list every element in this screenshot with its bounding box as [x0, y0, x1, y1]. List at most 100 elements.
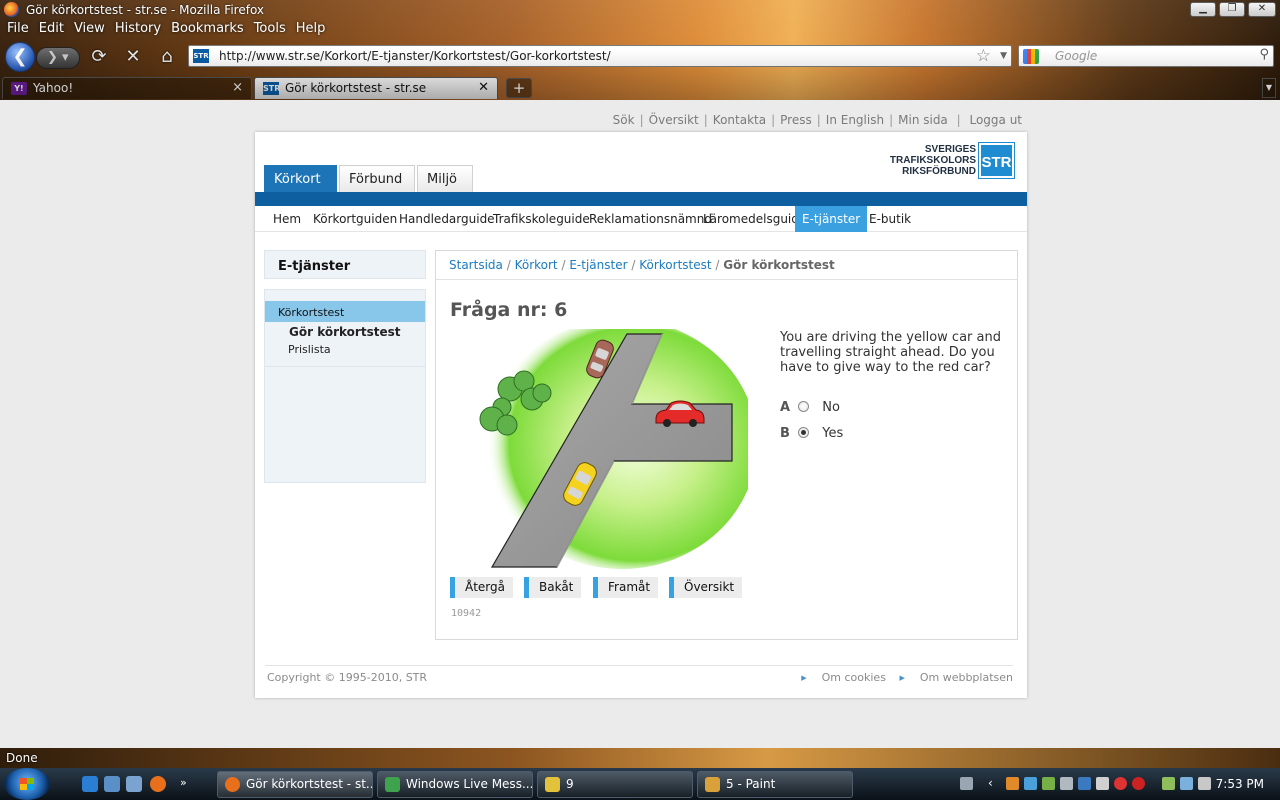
menu-tools[interactable]: Tools: [249, 20, 291, 37]
breadcrumb-separator: /: [715, 258, 720, 272]
tray-app-icon[interactable]: [1132, 777, 1145, 790]
start-button[interactable]: [4, 768, 50, 800]
clock[interactable]: 7:53 PM: [1216, 777, 1264, 791]
internet-explorer-icon[interactable]: [82, 776, 98, 792]
forward-button[interactable]: ❯ ▾: [36, 47, 80, 69]
new-tab-button[interactable]: +: [506, 78, 532, 98]
show-desktop-icon[interactable]: [104, 776, 120, 792]
bookmark-star-icon[interactable]: ☆: [976, 46, 991, 66]
tray-expand-icon[interactable]: ‹: [988, 777, 1001, 790]
tray-app-icon[interactable]: [1006, 777, 1019, 790]
framat-button[interactable]: Framåt: [593, 577, 659, 598]
safely-remove-icon[interactable]: [1162, 777, 1175, 790]
menu-file[interactable]: File: [2, 20, 34, 37]
url-bar[interactable]: STR http://www.str.se/Korkort/E-tjanster…: [188, 45, 1012, 67]
footer: Copyright © 1995-2010, STR ▶ Om cookies ▶…: [265, 665, 1013, 684]
tray-app-icon[interactable]: [1024, 777, 1037, 790]
tray-app-icon[interactable]: [1060, 777, 1073, 790]
quicklaunch-more-icon[interactable]: »: [180, 776, 196, 792]
keyboard-icon[interactable]: [960, 777, 973, 790]
search-input[interactable]: Google: [1055, 49, 1097, 63]
url-dropdown-icon[interactable]: ▼: [1000, 46, 1007, 66]
menu-help[interactable]: Help: [291, 20, 331, 37]
google-engine-icon[interactable]: [1023, 49, 1039, 64]
tab-list-icon[interactable]: ▼: [1262, 78, 1276, 98]
reload-icon[interactable]: ⟳: [88, 46, 110, 68]
footer-link-om-webbplatsen[interactable]: ▶ Om webbplatsen: [899, 671, 1013, 684]
bakat-button[interactable]: Bakåt: [524, 577, 582, 598]
tab-forbund[interactable]: Förbund: [339, 165, 415, 192]
home-icon[interactable]: ⌂: [156, 46, 178, 68]
left-menu-prislista[interactable]: Prislista: [265, 341, 425, 359]
util-link-press[interactable]: Press: [780, 113, 812, 127]
logo-line: TRAFIKSKOLORS: [889, 155, 976, 166]
tab-korkort[interactable]: Körkort: [264, 165, 337, 192]
site-container: SVERIGES TRAFIKSKOLORS RIKSFÖRBUND STR K…: [255, 132, 1027, 698]
back-button[interactable]: ❮: [5, 42, 35, 72]
menu-edit[interactable]: Edit: [34, 20, 69, 37]
breadcrumb-e-tjanster[interactable]: E-tjänster: [569, 258, 627, 272]
footer-link-label[interactable]: Om webbplatsen: [920, 671, 1013, 684]
firefox-quicklaunch-icon[interactable]: [150, 776, 166, 792]
util-link-kontakta[interactable]: Kontakta: [713, 113, 766, 127]
taskbar-button-messenger[interactable]: Windows Live Mess...: [377, 771, 533, 798]
answer-a-radio[interactable]: [798, 401, 810, 412]
search-icon[interactable]: ⚲: [1259, 47, 1269, 62]
minimize-button[interactable]: ▁: [1190, 2, 1216, 17]
logo-line: RIKSFÖRBUND: [902, 166, 976, 177]
left-menu-korkortstest[interactable]: Körkortstest: [265, 301, 425, 322]
close-tab-icon[interactable]: ×: [232, 80, 243, 95]
search-bar[interactable]: Google ⚲: [1018, 45, 1274, 67]
tab-miljo[interactable]: Miljö: [417, 165, 473, 192]
question-text: You are driving the yellow car and trave…: [780, 330, 1001, 375]
tab-underline-bar: [255, 192, 1027, 206]
maximize-button[interactable]: ❐: [1219, 2, 1245, 17]
tray-app-icon[interactable]: [1042, 777, 1055, 790]
breadcrumb-korkortstest[interactable]: Körkortstest: [639, 258, 711, 272]
util-link-in-english[interactable]: In English: [826, 113, 884, 127]
util-link-min-sida[interactable]: Min sida: [898, 113, 948, 127]
subnav-trafikskoleguide[interactable]: Trafikskoleguide: [486, 206, 597, 232]
subnav-korkortguiden[interactable]: Körkortguiden: [306, 206, 404, 232]
tab-yahoo[interactable]: Y! Yahoo! ×: [2, 77, 252, 99]
antivirus-icon[interactable]: [1114, 777, 1127, 790]
skype-icon[interactable]: [1078, 777, 1091, 790]
menu-bookmarks[interactable]: Bookmarks: [166, 20, 249, 37]
footer-link-om-cookies[interactable]: ▶ Om cookies: [801, 671, 886, 684]
subnav-e-tjanster[interactable]: E-tjänster: [795, 206, 868, 232]
taskbar-button-firefox[interactable]: Gör körkortstest - st...: [217, 771, 373, 798]
menu-history[interactable]: History: [110, 20, 166, 37]
util-link-logga-ut[interactable]: Logga ut: [969, 113, 1022, 127]
answer-label[interactable]: Yes: [822, 426, 843, 441]
menu-view[interactable]: View: [69, 20, 110, 37]
close-window-button[interactable]: ✕: [1248, 2, 1276, 17]
util-link-sok[interactable]: Sök: [613, 113, 635, 127]
oversikt-button[interactable]: Översikt: [669, 577, 743, 598]
url-text[interactable]: http://www.str.se/Korkort/E-tjanster/Kor…: [219, 49, 611, 63]
answer-b-radio[interactable]: [798, 427, 810, 438]
tray-app-icon[interactable]: [1096, 777, 1109, 790]
site-identity-icon[interactable]: STR: [193, 49, 209, 63]
breadcrumb-startsida[interactable]: Startsida: [449, 258, 503, 272]
taskbar-button-paint[interactable]: 5 - Paint: [697, 771, 853, 798]
util-link-oversikt[interactable]: Översikt: [649, 113, 699, 127]
navigation-bar: ❮ ❯ ▾ ⟳ ✕ ⌂ STR http://www.str.se/Korkor…: [0, 40, 1280, 72]
subnav-e-butik[interactable]: E-butik: [862, 206, 918, 232]
stop-icon[interactable]: ✕: [122, 46, 144, 68]
close-tab-icon[interactable]: ✕: [478, 80, 489, 95]
answer-b[interactable]: B Yes: [780, 426, 843, 441]
switch-windows-icon[interactable]: [126, 776, 142, 792]
footer-link-label[interactable]: Om cookies: [822, 671, 886, 684]
atergaa-button[interactable]: Återgå: [450, 577, 513, 598]
firefox-icon: [225, 777, 240, 792]
breadcrumb-korkort[interactable]: Körkort: [515, 258, 558, 272]
left-menu-divider: [265, 366, 425, 367]
left-menu-gor-korkortstest[interactable]: Gör körkortstest: [265, 323, 425, 341]
volume-icon[interactable]: [1198, 777, 1211, 790]
answer-a[interactable]: A No: [780, 400, 840, 415]
tab-str[interactable]: STR Gör körkortstest - str.se ✕: [254, 77, 498, 99]
network-icon[interactable]: [1180, 777, 1193, 790]
answer-label[interactable]: No: [822, 400, 840, 415]
taskbar-button-folder[interactable]: 9: [537, 771, 693, 798]
subnav-hem[interactable]: Hem: [266, 206, 308, 232]
